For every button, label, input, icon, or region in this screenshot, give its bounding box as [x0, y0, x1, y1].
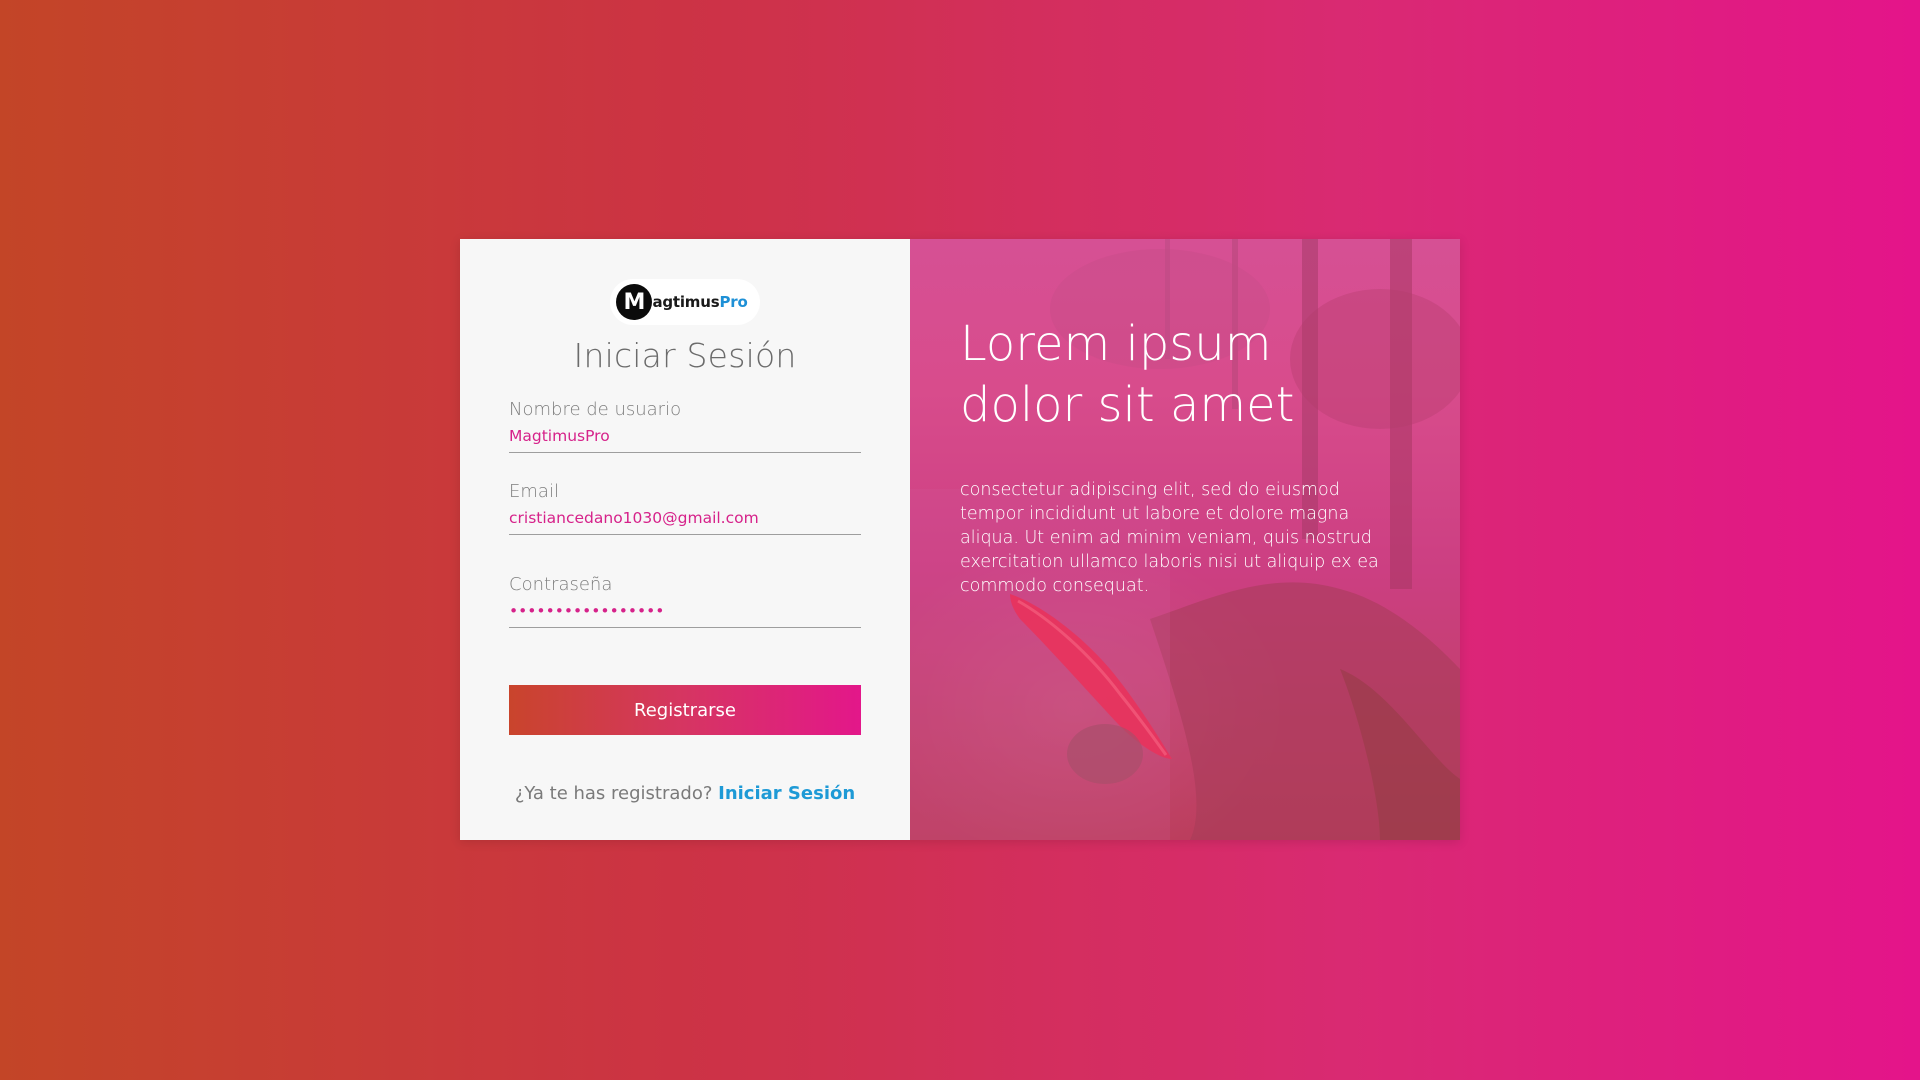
- form-title: Iniciar Sesión: [573, 336, 797, 375]
- username-input[interactable]: [509, 420, 861, 453]
- username-label: Nombre de usuario: [509, 399, 682, 420]
- login-prompt-text: ¿Ya te has registrado?: [514, 783, 713, 804]
- email-field-group: Email: [509, 481, 861, 535]
- hero-title: Lorem ipsum dolor sit amet: [960, 316, 1295, 433]
- brand-name-main: agtimus: [652, 293, 720, 311]
- username-field-group: Nombre de usuario: [509, 399, 861, 453]
- login-prompt: ¿Ya te has registrado? Iniciar Sesión: [460, 783, 910, 804]
- hero-description: consectetur adipiscing elit, sed do eius…: [960, 480, 1379, 596]
- password-input[interactable]: [509, 595, 861, 628]
- password-field-group: Contraseña: [509, 574, 861, 628]
- brand-name-accent: Pro: [719, 293, 748, 311]
- signup-form-panel: M agtimusPro Iniciar Sesión Nombre de us…: [460, 239, 910, 840]
- email-label: Email: [509, 481, 559, 502]
- hero-panel: Lorem ipsum dolor sit amet consectetur a…: [910, 239, 1460, 840]
- hero-content: Lorem ipsum dolor sit amet consectetur a…: [960, 314, 1390, 598]
- brand-name: agtimusPro: [652, 293, 747, 311]
- brand-logo: M agtimusPro: [610, 279, 760, 325]
- email-input[interactable]: [509, 502, 861, 535]
- login-link[interactable]: Iniciar Sesión: [718, 783, 855, 804]
- auth-card: M agtimusPro Iniciar Sesión Nombre de us…: [460, 239, 1460, 840]
- password-label: Contraseña: [509, 574, 613, 595]
- brand-logo-icon: M: [616, 284, 653, 320]
- register-button[interactable]: Registrarse: [509, 685, 861, 735]
